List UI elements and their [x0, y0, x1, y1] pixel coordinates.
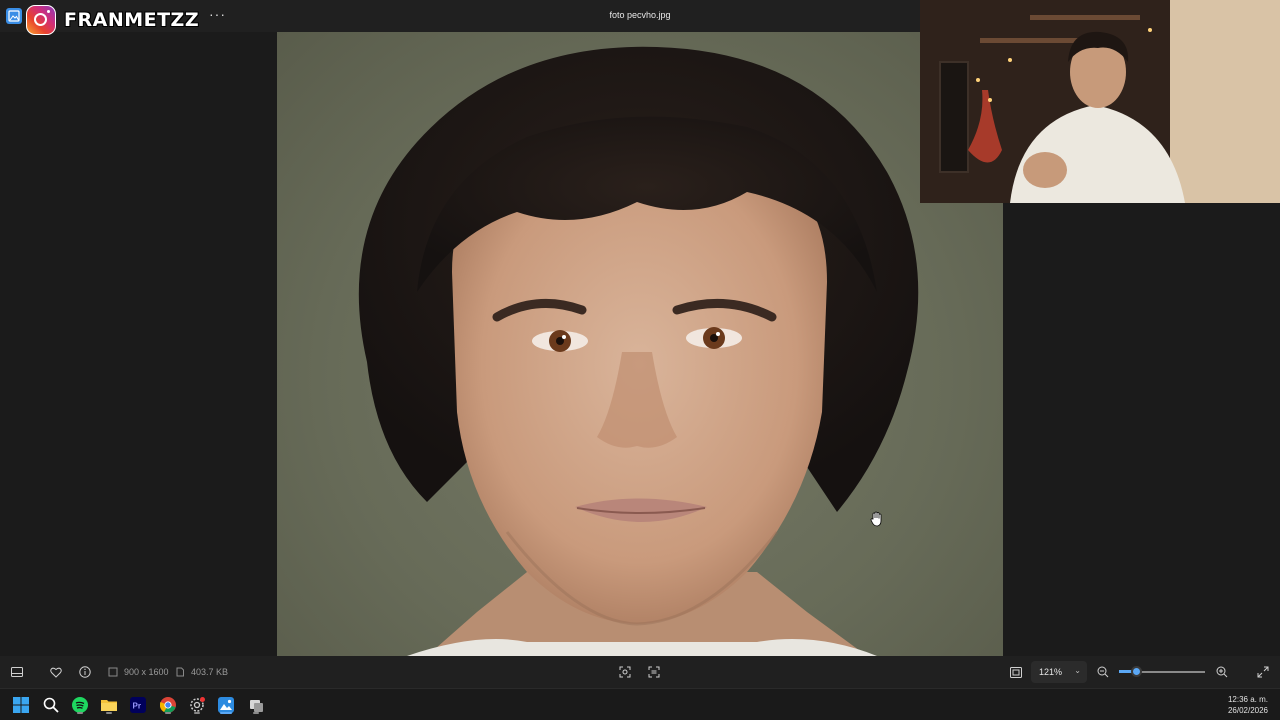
text-scan-button[interactable] [646, 664, 662, 680]
search-icon [43, 697, 59, 713]
clock-time: 12:36 a. m. [1227, 695, 1268, 704]
zoom-in-icon [1214, 664, 1230, 680]
taskbar: Pr 12:36 a. m. 26/02/2026 [0, 688, 1280, 720]
taskbar-photos[interactable] [216, 695, 236, 715]
running-indicator [253, 712, 259, 714]
filesize-info: 403.7 KB [172, 664, 228, 680]
taskbar-file-explorer[interactable] [99, 695, 119, 715]
taskbar-search-button[interactable] [41, 695, 61, 715]
spotify-icon [72, 697, 88, 713]
expand-icon [1255, 664, 1271, 680]
svg-text:Pr: Pr [133, 702, 141, 711]
photos-icon [218, 697, 234, 713]
filmstrip-button[interactable] [9, 664, 25, 680]
zoom-out-button[interactable] [1095, 664, 1111, 680]
image-dimensions: 900 x 1600 [124, 667, 169, 677]
settings-icon [190, 697, 205, 712]
info-button[interactable] [77, 664, 93, 680]
file-size: 403.7 KB [191, 667, 229, 677]
running-indicator [77, 712, 83, 714]
dimensions-info: 900 x 1600 [105, 664, 169, 680]
start-button[interactable] [11, 695, 31, 715]
windows-icon [13, 697, 29, 713]
app-icon [250, 700, 263, 712]
zoom-slider-thumb[interactable] [1130, 666, 1142, 677]
taskbar-settings[interactable] [187, 695, 207, 715]
taskbar-chrome[interactable] [158, 695, 178, 715]
zoom-in-button[interactable] [1214, 664, 1230, 680]
active-indicator [220, 712, 232, 714]
favorite-button[interactable] [48, 664, 64, 680]
photo-canvas[interactable] [277, 32, 1003, 656]
heart-icon [48, 664, 64, 680]
hand-cursor-icon [870, 511, 884, 532]
clock-date: 26/02/2026 [1227, 706, 1268, 715]
visual-search-button[interactable] [617, 664, 633, 680]
zoom-level-value: 121% [1039, 667, 1063, 677]
text-scan-icon [646, 664, 662, 680]
portrait-image [358, 46, 919, 656]
visual-search-icon [617, 664, 633, 680]
instagram-handle: FRANMETZZ [64, 9, 200, 31]
instagram-overlay: FRANMETZZ [26, 4, 199, 36]
photo-viewer-window: ··· foto pecvho.jpg FRANMETZZ 900 x 1600… [0, 0, 1280, 688]
premiere-pro-icon: Pr [130, 697, 146, 713]
status-toolbar: 900 x 1600 403.7 KB 121% ⌄ [0, 656, 1280, 688]
fit-to-window-button[interactable] [1008, 664, 1024, 680]
folder-icon [101, 700, 117, 711]
taskbar-premiere-pro[interactable]: Pr [128, 695, 148, 715]
chrome-icon [160, 697, 176, 713]
filmstrip-icon [9, 664, 25, 680]
system-clock[interactable]: 12:36 a. m. 26/02/2026 [1228, 694, 1268, 716]
fit-window-icon [1008, 664, 1024, 680]
running-indicator [194, 712, 200, 714]
webcam-overlay [920, 0, 1280, 203]
taskbar-app[interactable] [246, 695, 266, 715]
zoom-level-dropdown[interactable]: 121% ⌄ [1031, 661, 1087, 683]
file-icon [172, 664, 188, 680]
image-size-icon [105, 664, 121, 680]
info-icon [77, 664, 93, 680]
instagram-icon [26, 5, 56, 35]
fullscreen-button[interactable] [1255, 664, 1271, 680]
zoom-out-icon [1095, 664, 1111, 680]
running-indicator [165, 712, 171, 714]
chevron-down-icon: ⌄ [1074, 666, 1081, 675]
running-indicator [106, 712, 112, 714]
taskbar-spotify[interactable] [70, 695, 90, 715]
